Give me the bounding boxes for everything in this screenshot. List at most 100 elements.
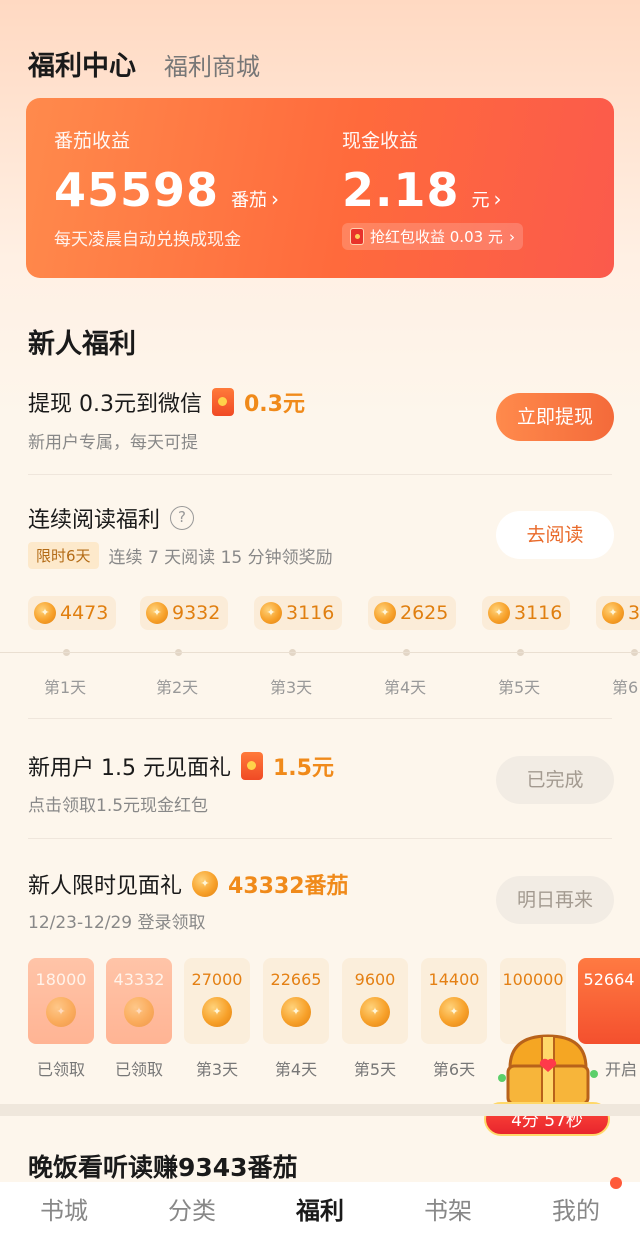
gift-day-label: 已领取: [36, 1060, 85, 1079]
red-packet-icon: [211, 388, 234, 416]
limited-gift-subtitle: 12/23-12/29 登录领取: [28, 913, 206, 933]
reading-subtitle-row: 限时6天 连续 7 天阅读 15 分钟领奖励: [28, 542, 333, 569]
reading-reward-chip: 2625: [368, 596, 457, 630]
reading-reward-value: 3116: [514, 602, 563, 624]
tomato-earnings-value: 45598: [54, 163, 220, 217]
reading-title: 连续阅读福利: [28, 508, 161, 533]
limited-gift-title: 新人限时见面礼: [28, 874, 183, 899]
coin-icon: [146, 602, 168, 624]
reading-reward-value: 9332: [172, 602, 221, 624]
gift-day-label: 已领取: [114, 1060, 163, 1079]
gift-day-card[interactable]: 22665: [263, 958, 329, 1044]
coin-icon: [192, 871, 219, 897]
redpacket-income-link[interactable]: 抢红包收益 0.03 元 ›: [342, 223, 523, 250]
cash-earnings-value: 2.18: [342, 163, 460, 217]
withdraw-title: 提现 0.3元到微信: [28, 392, 202, 417]
gift-value: 9600: [354, 970, 396, 989]
coin-icon: [281, 997, 311, 1027]
coin-icon: [374, 602, 396, 624]
limited-gift-title-row: 新人限时见面礼 43332番茄: [28, 868, 349, 900]
gift-value: 52664: [583, 970, 635, 989]
coin-icon: [360, 997, 390, 1027]
nav-welfare[interactable]: 福利: [260, 1191, 380, 1226]
tab-welfare-mall[interactable]: 福利商城: [164, 47, 260, 82]
reading-reward-chip: 9332: [140, 596, 229, 630]
withdraw-amount: 0.3元: [243, 392, 305, 417]
go-read-button[interactable]: 去阅读: [496, 511, 614, 559]
progress-track: [0, 652, 640, 653]
gift-day-card[interactable]: 18000: [28, 958, 94, 1044]
gift-day-card[interactable]: 9600: [342, 958, 408, 1044]
coin-icon: [46, 997, 76, 1027]
limited-gift-amount: 43332番茄: [228, 874, 349, 899]
treasure-chest-icon[interactable]: [496, 1028, 600, 1112]
gift15-title: 新用户 1.5 元见面礼: [28, 756, 231, 781]
reading-reward-chip: 3116: [254, 596, 343, 630]
nav-mine-label: 我的: [552, 1196, 600, 1225]
tomato-earnings[interactable]: 番茄收益 45598 番茄 › 每天凌晨自动兑换成现金: [54, 126, 279, 250]
section-separator: [0, 1104, 640, 1116]
gift-day-label: 第6天: [432, 1060, 476, 1079]
cash-earnings[interactable]: 现金收益 2.18 元 › 抢红包收益 0.03 元 ›: [342, 126, 523, 250]
gift-day-card[interactable]: 27000: [184, 958, 250, 1044]
withdraw-title-row: 提现 0.3元到微信 0.3元: [28, 386, 305, 418]
completed-button[interactable]: 已完成: [496, 756, 614, 804]
dinner-task-title: 晚饭看听读赚9343番茄: [28, 1153, 298, 1182]
coin-icon: [602, 602, 624, 624]
tab-welfare-center[interactable]: 福利中心: [28, 44, 136, 83]
gift15-subtitle: 点击领取1.5元现金红包: [28, 796, 209, 816]
gift-day-label: 第4天: [274, 1060, 318, 1079]
red-packet-icon: [240, 752, 263, 780]
gift-day-label: 第3天: [195, 1060, 239, 1079]
tomato-earnings-label: 番茄收益: [54, 130, 131, 152]
tomato-earnings-note: 每天凌晨自动兑换成现金: [54, 230, 241, 250]
tomato-unit: 番茄: [231, 190, 268, 211]
cash-earnings-label: 现金收益: [342, 130, 419, 152]
nav-bookshelf[interactable]: 书架: [388, 1191, 508, 1226]
header-tabs: 福利中心 福利商城: [28, 44, 260, 83]
chevron-right-icon: ›: [508, 227, 515, 246]
gift-value: 22665: [270, 970, 322, 989]
limited-time-tag: 限时6天: [28, 542, 99, 569]
cash-unit: 元: [471, 190, 490, 211]
reading-day-label: 第1天: [44, 678, 87, 697]
coin-icon: [439, 997, 469, 1027]
reading-reward-value: 4473: [60, 602, 109, 624]
reading-subtitle: 连续 7 天阅读 15 分钟领奖励: [108, 548, 333, 568]
gift-value: 27000: [191, 970, 243, 989]
gift-day-card[interactable]: 43332: [106, 958, 172, 1044]
help-icon[interactable]: ?: [170, 506, 195, 530]
reading-reward-value: 3116: [286, 602, 335, 624]
bottom-nav: 书城 分类 福利 书架 我的: [0, 1176, 640, 1234]
divider: [28, 718, 612, 719]
coin-icon: [202, 997, 232, 1027]
redpacket-income-text: 抢红包收益 0.03 元: [370, 228, 503, 246]
notification-dot: [610, 1176, 622, 1189]
gift-value: 43332: [113, 970, 165, 989]
coin-icon: [260, 602, 282, 624]
reading-reward-value: 2625: [400, 602, 449, 624]
earnings-card: 番茄收益 45598 番茄 › 每天凌晨自动兑换成现金 现金收益 2.18 元 …: [26, 98, 614, 278]
reading-day-label: 第2天: [156, 678, 199, 697]
reading-day-label: 第5天: [498, 678, 541, 697]
gift15-amount: 1.5元: [272, 756, 334, 781]
divider: [28, 474, 612, 475]
reading-reward-value: 3: [628, 602, 640, 624]
red-packet-icon: [350, 228, 364, 245]
reading-reward-chip: 3116: [482, 596, 571, 630]
coin-icon: [124, 997, 154, 1027]
nav-mine[interactable]: 我的: [516, 1176, 636, 1226]
gift-value: 100000: [502, 970, 564, 989]
withdraw-now-button[interactable]: 立即提现: [496, 393, 614, 441]
nav-bookstore[interactable]: 书城: [4, 1191, 124, 1226]
gift-day-label: 第5天: [353, 1060, 397, 1079]
coin-icon: [34, 602, 56, 624]
section-title-newbie: 新人福利: [28, 329, 136, 360]
nav-category[interactable]: 分类: [132, 1191, 252, 1226]
come-back-tomorrow-button[interactable]: 明日再来: [496, 876, 614, 924]
gift15-title-row: 新用户 1.5 元见面礼 1.5元: [28, 750, 334, 782]
reading-title-row: 连续阅读福利 ?: [28, 502, 195, 534]
reading-day-label: 第6: [612, 678, 639, 697]
gift-day-card[interactable]: 14400: [421, 958, 487, 1044]
gift-value: 18000: [35, 970, 87, 989]
